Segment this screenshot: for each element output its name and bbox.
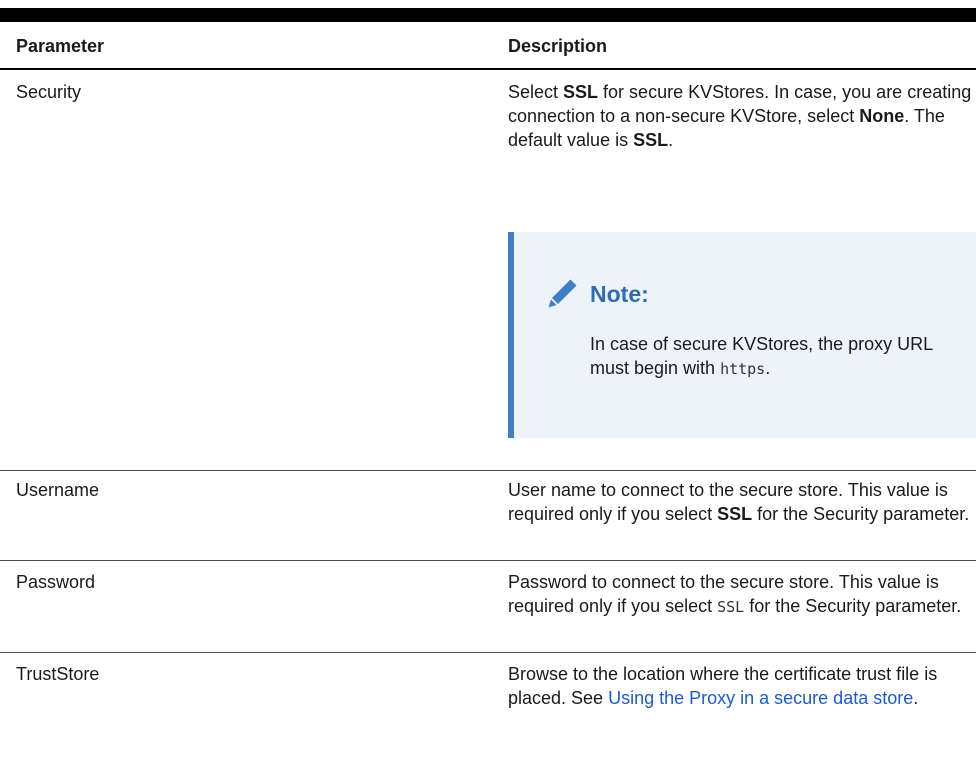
note-callout: Note: In case of secure KVStores, the pr…	[508, 232, 976, 438]
param-truststore: TrustStore	[16, 664, 100, 684]
desc-password: Password to connect to the secure store.…	[508, 572, 962, 616]
pencil-icon	[546, 276, 580, 310]
note-body: In case of secure KVStores, the proxy UR…	[590, 334, 933, 378]
param-username: Username	[16, 480, 100, 500]
row-divider	[0, 470, 976, 471]
using-proxy-link[interactable]: Using the Proxy in a secure data store	[608, 688, 913, 708]
row-divider	[0, 652, 976, 653]
desc-username: User name to connect to the secure store…	[508, 480, 970, 524]
param-security: Security	[16, 82, 82, 102]
column-header-description: Description	[508, 36, 608, 56]
top-rule	[0, 8, 976, 22]
desc-security: Select SSL for secure KVStores. In case,…	[508, 82, 972, 150]
param-password: Password	[16, 572, 96, 592]
row-divider	[0, 560, 976, 561]
desc-truststore: Browse to the location where the certifi…	[508, 664, 938, 708]
note-title: Note:	[590, 281, 649, 307]
header-rule	[0, 68, 976, 70]
column-header-parameter: Parameter	[16, 36, 105, 56]
